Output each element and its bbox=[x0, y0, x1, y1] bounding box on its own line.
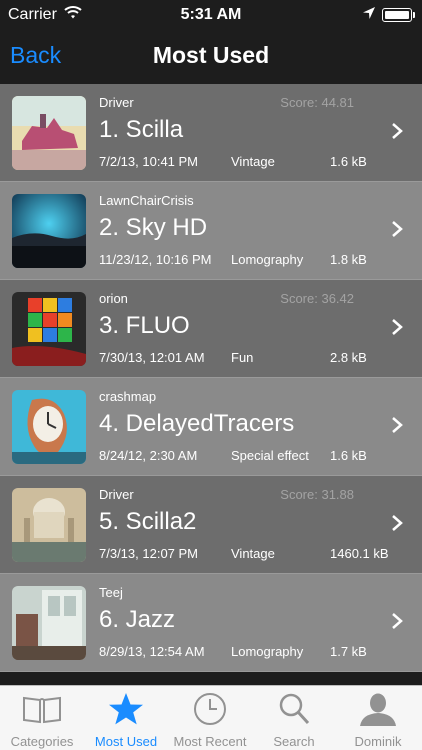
tab-bar: Categories Most Used Most Recent Search … bbox=[0, 685, 422, 750]
chevron-right-icon bbox=[392, 319, 403, 335]
filter-name: 6. Jazz bbox=[99, 606, 176, 633]
thumbnail-image bbox=[12, 586, 86, 660]
author-label: Driver bbox=[99, 95, 134, 110]
tab-label: Search bbox=[273, 734, 315, 749]
size-label: 1.7 kB bbox=[330, 644, 367, 659]
date-label: 8/29/13, 12:54 AM bbox=[99, 644, 205, 659]
size-label: 1460.1 kB bbox=[330, 546, 389, 561]
tab-label: Categories bbox=[10, 734, 74, 749]
tab-most-recent[interactable]: Most Recent bbox=[168, 686, 252, 750]
clock-icon bbox=[194, 693, 226, 725]
author-label: LawnChairCrisis bbox=[99, 193, 194, 208]
size-label: 2.8 kB bbox=[330, 350, 367, 365]
thumbnail-image bbox=[12, 488, 86, 562]
date-label: 7/2/13, 10:41 PM bbox=[99, 154, 199, 169]
size-label: 1.6 kB bbox=[330, 154, 367, 169]
list-item[interactable]: crashmap 4. DelayedTracers 8/24/12, 2:30… bbox=[0, 378, 422, 476]
author-label: Driver bbox=[99, 487, 134, 502]
date-label: 7/30/13, 12:01 AM bbox=[99, 350, 205, 365]
thumbnail-image bbox=[12, 390, 86, 464]
tab-search[interactable]: Search bbox=[252, 686, 336, 750]
category-label: Special effect bbox=[231, 448, 309, 463]
category-label: Vintage bbox=[231, 546, 275, 561]
tab-label: Most Recent bbox=[173, 734, 247, 749]
filter-name: 4. DelayedTracers bbox=[99, 410, 295, 437]
filter-name: 5. Scilla2 bbox=[99, 508, 197, 535]
person-icon bbox=[360, 693, 396, 726]
date-label: 7/3/13, 12:07 PM bbox=[99, 546, 199, 561]
filter-name: 1. Scilla bbox=[99, 116, 184, 143]
book-icon bbox=[23, 696, 61, 724]
score-label: Score: 44.81 bbox=[280, 95, 354, 110]
filter-name: 3. FLUO bbox=[99, 312, 190, 339]
search-icon bbox=[279, 693, 310, 725]
category-label: Lomography bbox=[231, 644, 304, 659]
date-label: 8/24/12, 2:30 AM bbox=[99, 448, 198, 463]
star-icon bbox=[109, 693, 143, 725]
chevron-right-icon bbox=[392, 515, 403, 531]
size-label: 1.8 kB bbox=[330, 252, 367, 267]
battery-icon bbox=[382, 8, 415, 22]
list-item[interactable]: Driver Score: 31.88 5. Scilla2 7/3/13, 1… bbox=[0, 476, 422, 574]
size-label: 1.6 kB bbox=[330, 448, 367, 463]
thumbnail-image bbox=[12, 194, 86, 268]
chevron-right-icon bbox=[392, 221, 403, 237]
tab-most-used[interactable]: Most Used bbox=[84, 686, 168, 750]
list-item[interactable]: LawnChairCrisis 2. Sky HD 11/23/12, 10:1… bbox=[0, 182, 422, 280]
category-label: Vintage bbox=[231, 154, 275, 169]
filter-list[interactable]: Driver Score: 44.81 1. Scilla 7/2/13, 10… bbox=[0, 84, 422, 686]
tab-categories[interactable]: Categories bbox=[0, 686, 84, 750]
thumbnail-image bbox=[12, 292, 86, 366]
navigation-bar: Back Most Used bbox=[0, 32, 422, 84]
score-label: Score: 36.42 bbox=[280, 291, 354, 306]
date-label: 11/23/12, 10:16 PM bbox=[99, 252, 212, 267]
chevron-right-icon bbox=[392, 417, 403, 433]
location-arrow-icon bbox=[363, 7, 375, 19]
chevron-right-icon bbox=[392, 123, 403, 139]
author-label: Teej bbox=[99, 585, 123, 600]
chevron-right-icon bbox=[392, 613, 403, 629]
author-label: orion bbox=[99, 291, 128, 306]
status-time: 5:31 AM bbox=[180, 6, 242, 23]
list-item[interactable]: Teej 6. Jazz 8/29/13, 12:54 AM Lomograph… bbox=[0, 574, 422, 672]
filter-name: 2. Sky HD bbox=[99, 214, 208, 241]
tab-label: Dominik bbox=[354, 734, 402, 749]
category-label: Fun bbox=[231, 350, 254, 365]
author-label: crashmap bbox=[99, 389, 157, 404]
page-title: Most Used bbox=[152, 42, 270, 68]
thumbnail-image bbox=[12, 96, 86, 170]
tab-profile[interactable]: Dominik bbox=[336, 686, 420, 750]
status-bar: Carrier 5:31 AM bbox=[0, 0, 422, 32]
tab-label: Most Used bbox=[94, 734, 158, 749]
list-item[interactable]: orion Score: 36.42 3. FLUO 7/30/13, 12:0… bbox=[0, 280, 422, 378]
category-label: Lomography bbox=[231, 252, 304, 267]
score-label: Score: 31.88 bbox=[280, 487, 354, 502]
list-item[interactable]: Driver Score: 44.81 1. Scilla 7/2/13, 10… bbox=[0, 84, 422, 182]
